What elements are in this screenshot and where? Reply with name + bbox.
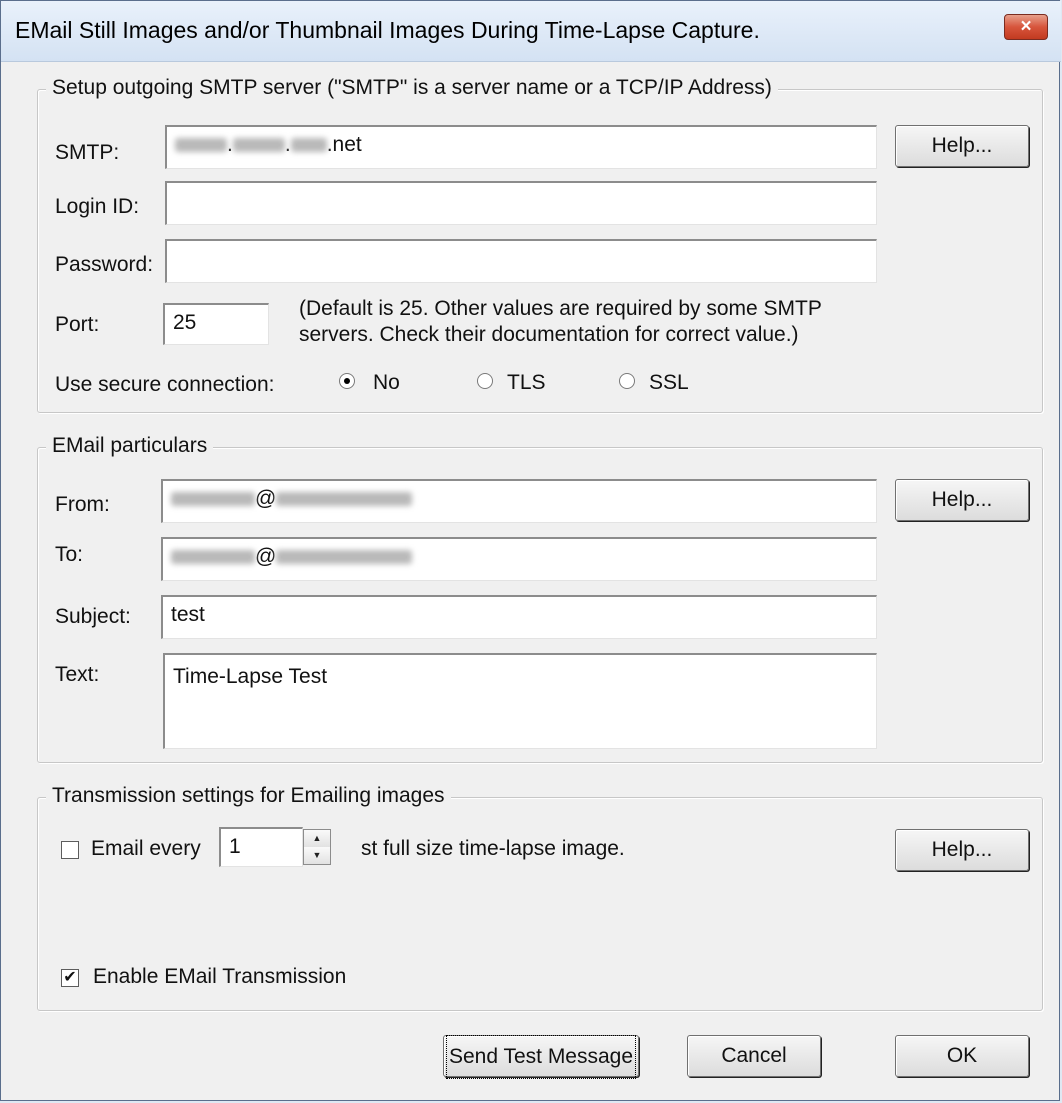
to-at-sign: @	[255, 545, 277, 568]
login-id-input[interactable]	[165, 181, 877, 225]
email-help-button[interactable]: Help...	[895, 479, 1029, 521]
subject-input[interactable]: test	[161, 595, 877, 639]
secure-no-label[interactable]: No	[373, 371, 400, 395]
secure-no-radio[interactable]	[339, 373, 355, 389]
ok-button[interactable]: OK	[895, 1035, 1029, 1077]
text-label: Text:	[55, 663, 100, 686]
transmission-group-title: Transmission settings for Emailing image…	[46, 784, 451, 808]
to-label: To:	[55, 543, 84, 566]
secure-ssl-label[interactable]: SSL	[649, 371, 689, 395]
message-text-area[interactable]: Time-Lapse Test	[163, 653, 877, 749]
email-group-title: EMail particulars	[46, 434, 214, 458]
smtp-label: SMTP:	[55, 141, 120, 164]
secure-tls-label[interactable]: TLS	[507, 371, 546, 395]
ok-label: OK	[946, 1044, 978, 1067]
smtp-help-button[interactable]: Help...	[895, 125, 1029, 167]
email-every-label[interactable]: Email every	[91, 837, 201, 861]
from-label: From:	[55, 493, 110, 516]
login-id-label: Login ID:	[55, 195, 140, 218]
email-every-checkbox[interactable]	[61, 841, 79, 859]
from-redacted-user	[171, 492, 255, 507]
email-interval-spinner[interactable]: ▲ ▼	[303, 829, 331, 865]
secure-connection-label: Use secure connection:	[55, 373, 275, 396]
to-input[interactable]: @	[161, 537, 877, 581]
radio-selected-dot	[344, 378, 350, 384]
spin-up-icon[interactable]: ▲	[304, 830, 330, 848]
smtp-redacted-3	[290, 138, 327, 153]
spin-down-icon[interactable]: ▼	[304, 847, 330, 864]
transmission-help-button[interactable]: Help...	[895, 829, 1029, 871]
cancel-label: Cancel	[721, 1044, 787, 1067]
email-dialog-window: EMail Still Images and/or Thumbnail Imag…	[0, 0, 1061, 1101]
title-bar: EMail Still Images and/or Thumbnail Imag…	[1, 1, 1061, 62]
check-mark-icon: ✔	[63, 969, 77, 986]
smtp-help-label: Help...	[931, 134, 993, 157]
from-redacted-domain	[276, 492, 413, 507]
enable-transmission-checkbox[interactable]: ✔	[61, 969, 79, 987]
cancel-button[interactable]: Cancel	[687, 1035, 821, 1077]
secure-tls-radio[interactable]	[477, 373, 493, 389]
email-interval-suffix: st full size time-lapse image.	[361, 837, 625, 860]
smtp-dot-1: .	[227, 133, 233, 156]
port-note-line2: servers. Check their documentation for c…	[299, 323, 799, 346]
window-title: EMail Still Images and/or Thumbnail Imag…	[15, 17, 760, 43]
enable-transmission-label[interactable]: Enable EMail Transmission	[93, 965, 346, 989]
from-at-sign: @	[255, 487, 277, 510]
smtp-redacted-1	[175, 138, 227, 153]
email-help-label: Help...	[931, 488, 993, 511]
secure-ssl-radio[interactable]	[619, 373, 635, 389]
send-test-message-button[interactable]: Send Test Message	[443, 1035, 639, 1079]
smtp-suffix: .net	[326, 133, 362, 156]
send-test-message-label: Send Test Message	[445, 1035, 637, 1079]
to-redacted-domain	[276, 550, 413, 565]
smtp-dot-2: .	[284, 133, 291, 156]
close-button[interactable]: ×	[1004, 14, 1048, 40]
to-redacted-user	[171, 550, 255, 565]
from-input[interactable]: @	[161, 479, 877, 523]
port-input[interactable]: 25	[163, 303, 269, 345]
port-label: Port:	[55, 313, 100, 336]
port-note-line1: (Default is 25. Other values are require…	[299, 297, 822, 320]
subject-label: Subject:	[55, 605, 131, 628]
smtp-input[interactable]: .. .net	[165, 125, 877, 169]
transmission-help-label: Help...	[931, 838, 993, 861]
email-interval-input[interactable]: 1	[219, 827, 303, 867]
smtp-redacted-2	[232, 138, 285, 153]
smtp-group-title: Setup outgoing SMTP server ("SMTP" is a …	[46, 76, 778, 100]
password-label: Password:	[55, 253, 154, 276]
close-icon: ×	[1020, 16, 1032, 37]
password-input[interactable]	[165, 239, 877, 283]
